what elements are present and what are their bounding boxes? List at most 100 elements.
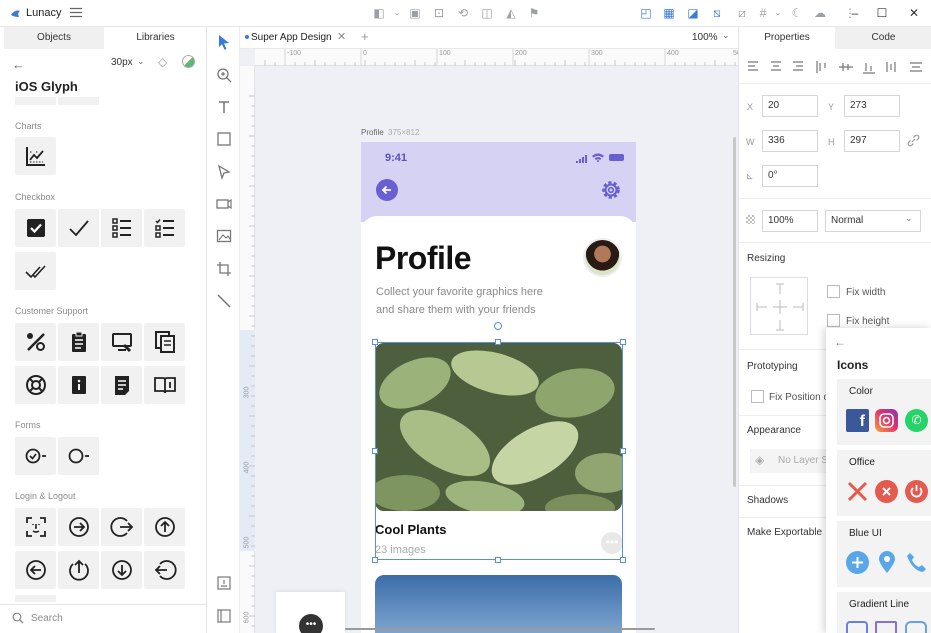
close-tab-icon[interactable]: ✕ <box>337 30 346 43</box>
radio-unchecked-icon[interactable] <box>58 437 99 475</box>
lock-ratio-icon[interactable] <box>907 134 920 147</box>
artboard-label[interactable]: Profile <box>361 128 384 137</box>
tab-properties[interactable]: Properties <box>739 27 835 49</box>
rotation-handle[interactable] <box>494 322 502 330</box>
upload-circle-icon[interactable] <box>144 508 185 546</box>
back-arrow-icon[interactable]: ← <box>834 335 846 349</box>
search-input[interactable]: Search <box>31 613 63 624</box>
fix-position-checkbox[interactable] <box>751 390 764 403</box>
settings-gear-icon[interactable] <box>599 178 623 202</box>
height-input[interactable]: 297 <box>844 130 900 152</box>
group-icon[interactable]: ▣ <box>408 6 422 20</box>
back-circle-icon[interactable] <box>15 551 56 589</box>
icon-category-gradient-line[interactable]: Gradient Line <box>837 592 931 633</box>
chat-bubble-button[interactable]: ••• <box>276 592 345 633</box>
checkmark-icon[interactable] <box>58 209 99 247</box>
rotation-input[interactable]: 0° <box>762 165 818 187</box>
double-check-icon[interactable] <box>15 252 56 290</box>
close-icon[interactable]: ✕ <box>907 6 921 20</box>
checklist-icon[interactable] <box>101 209 142 247</box>
chevron-down-icon[interactable]: ⌄ <box>137 56 145 67</box>
pointer-tool-icon[interactable] <box>215 33 233 51</box>
y-input[interactable]: 273 <box>844 95 900 117</box>
remote-support-icon[interactable] <box>101 323 142 361</box>
layers-panel-icon[interactable] <box>215 607 233 625</box>
table-grid-icon[interactable]: ▦ <box>662 6 676 20</box>
back-button[interactable] <box>376 179 398 201</box>
opacity-input[interactable]: 100% <box>762 210 818 232</box>
make-exportable-heading[interactable]: Make Exportable <box>747 527 822 538</box>
chevron-down-icon[interactable]: ⌄ <box>771 6 785 20</box>
selection-handle[interactable] <box>372 557 378 563</box>
alignment-toolbar[interactable] <box>747 60 927 74</box>
chevron-down-icon[interactable]: ⌄ <box>905 213 913 224</box>
selection-handle[interactable] <box>372 448 378 454</box>
color-mode-icon[interactable] <box>182 55 195 68</box>
copy-document-icon[interactable] <box>144 323 185 361</box>
line-tool-icon[interactable] <box>215 292 233 310</box>
download-circle-icon[interactable] <box>101 551 142 589</box>
crop-icon[interactable]: ⧄ <box>735 6 749 20</box>
flip-icon[interactable]: ◭ <box>504 6 518 20</box>
rotate-icon[interactable]: ⟲ <box>456 6 470 20</box>
grid-icon[interactable]: # <box>756 6 770 20</box>
back-arrow-icon[interactable]: ← <box>12 57 25 72</box>
tile-partial[interactable] <box>15 97 56 105</box>
hamburger-menu-icon[interactable] <box>70 7 82 18</box>
tab-libraries[interactable]: Libraries <box>104 27 207 49</box>
tab-objects[interactable]: Objects <box>4 27 104 49</box>
minimize-icon[interactable]: – <box>848 6 862 20</box>
chart-icon[interactable] <box>15 137 56 175</box>
radio-checked-icon[interactable] <box>15 437 56 475</box>
width-input[interactable]: 336 <box>762 130 818 152</box>
cloud-icon[interactable]: ☁ <box>813 6 827 20</box>
fix-width-checkbox[interactable] <box>827 285 840 298</box>
icon-category-office[interactable]: Office <box>837 450 931 516</box>
x-input[interactable]: 20 <box>762 95 818 117</box>
sky-image[interactable] <box>375 575 622 633</box>
exit-circle-icon[interactable] <box>144 551 185 589</box>
checked-checkbox-icon[interactable] <box>15 209 56 247</box>
layout-grid-icon[interactable]: ◰ <box>639 6 653 20</box>
selection-handle[interactable] <box>620 557 626 563</box>
manual-book-icon[interactable] <box>144 366 185 404</box>
task-list-icon[interactable] <box>144 209 185 247</box>
text-tool-icon[interactable] <box>215 98 233 116</box>
tab-code[interactable]: Code <box>835 27 931 49</box>
profile-title[interactable]: Profile <box>375 240 472 277</box>
face-id-icon[interactable] <box>15 508 56 546</box>
clipboard-icon[interactable] <box>58 323 99 361</box>
slice-tool-icon[interactable] <box>215 195 233 213</box>
selection-handle[interactable] <box>495 557 501 563</box>
horizontal-scrollbar[interactable] <box>345 628 655 630</box>
document-tab[interactable]: Super App Design <box>251 32 332 43</box>
mask-icon[interactable]: ◫ <box>480 6 494 20</box>
pixel-fit-icon[interactable]: ⧅ <box>710 6 724 20</box>
selection-handle[interactable] <box>620 339 626 345</box>
chevron-down-icon[interactable]: ⌄ <box>722 30 730 41</box>
boolean-union-icon[interactable]: ◧ <box>372 6 386 20</box>
selection-box[interactable] <box>375 342 623 560</box>
rectangle-tool-icon[interactable] <box>215 130 233 148</box>
ungroup-icon[interactable]: ⊡ <box>432 6 446 20</box>
vertical-scrollbar[interactable] <box>733 137 736 487</box>
tile-partial[interactable] <box>58 97 99 105</box>
artboard-tool-icon[interactable] <box>215 260 233 278</box>
info-document-icon[interactable] <box>58 366 99 404</box>
canvas[interactable]: Super App Design ✕ + 100% ⌄ -100 0 100 2… <box>240 27 738 633</box>
zoom-tool-icon[interactable] <box>215 66 233 84</box>
selection-handle[interactable] <box>620 448 626 454</box>
fill-icon[interactable]: ◇ <box>158 55 167 69</box>
component-icon[interactable] <box>215 574 233 592</box>
chevron-down-icon[interactable]: ⌄ <box>390 6 404 20</box>
arrow-up-circle-icon[interactable] <box>58 551 99 589</box>
zoom-level[interactable]: 100% <box>692 32 718 43</box>
list-document-icon[interactable] <box>101 366 142 404</box>
image-tool-icon[interactable] <box>215 227 233 245</box>
selection-handle[interactable] <box>372 339 378 345</box>
selection-handle[interactable] <box>495 339 501 345</box>
snap-icon[interactable]: ◪ <box>686 6 700 20</box>
tile-partial[interactable] <box>15 595 56 602</box>
icon-category-blue-ui[interactable]: Blue UI <box>837 521 931 587</box>
fix-height-checkbox[interactable] <box>827 314 840 327</box>
